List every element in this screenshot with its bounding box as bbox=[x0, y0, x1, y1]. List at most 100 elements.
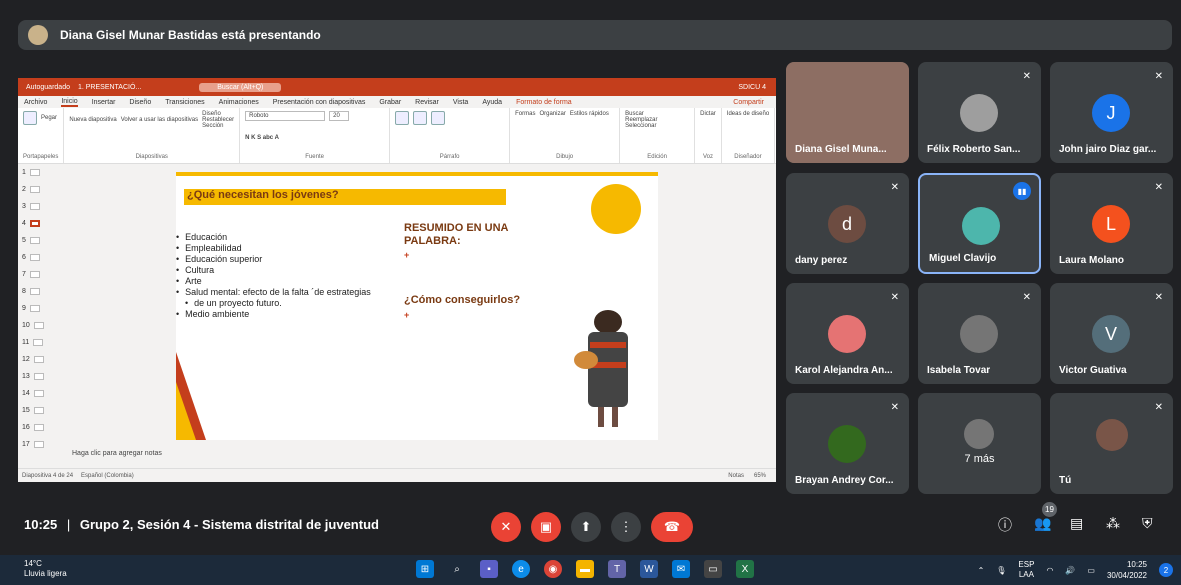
slide-thumb[interactable]: 14 bbox=[18, 385, 64, 402]
paste-icon[interactable] bbox=[23, 111, 37, 125]
volume-icon[interactable]: 🔊 bbox=[1065, 566, 1075, 575]
notes-button[interactable]: Notas bbox=[728, 473, 744, 479]
present-button[interactable]: ⬆ bbox=[571, 512, 601, 542]
screen-icon[interactable]: ▭ bbox=[704, 560, 722, 578]
mic-icon[interactable]: 🎙 bbox=[996, 566, 1006, 575]
lang-code: ESP bbox=[1018, 560, 1035, 569]
participant-tile-speaking[interactable]: ▮▮ Miguel Clavijo bbox=[918, 173, 1041, 274]
menu-diseno[interactable]: Diseño bbox=[129, 99, 151, 106]
participant-tile[interactable]: ✕ Brayan Andrey Cor... bbox=[786, 393, 909, 494]
design-ideas-button[interactable]: Ideas de diseño bbox=[727, 111, 769, 117]
teams-work-icon[interactable]: T bbox=[608, 560, 626, 578]
folder-icon[interactable]: ▬ bbox=[576, 560, 594, 578]
arrange-button[interactable]: Organizar bbox=[539, 111, 565, 117]
align-icon[interactable] bbox=[431, 111, 446, 125]
word-icon[interactable]: W bbox=[640, 560, 658, 578]
host-controls-icon[interactable]: ⛨ bbox=[1142, 515, 1153, 532]
notification-badge[interactable]: 2 bbox=[1159, 563, 1173, 577]
menu-revisar[interactable]: Revisar bbox=[415, 99, 439, 106]
slide-thumb[interactable]: 9 bbox=[18, 300, 64, 317]
select-button[interactable]: Seleccionar bbox=[625, 123, 689, 129]
slide-thumb[interactable]: 6 bbox=[18, 249, 64, 266]
paste-label[interactable]: Pegar bbox=[41, 115, 57, 121]
participant-tile[interactable]: ✕ V Victor Guativa bbox=[1050, 283, 1173, 384]
mic-off-button[interactable]: ✕ bbox=[491, 512, 521, 542]
menu-vista[interactable]: Vista bbox=[453, 99, 468, 106]
slide-canvas[interactable]: ¿Qué necesitan los jóvenes? Educación Em… bbox=[176, 172, 658, 440]
participant-tile[interactable]: Diana Gisel Muna... bbox=[786, 62, 909, 163]
menu-animaciones[interactable]: Animaciones bbox=[219, 99, 259, 106]
slide-thumb-selected[interactable]: 4 bbox=[18, 215, 64, 232]
menu-archivo[interactable]: Archivo bbox=[24, 99, 47, 106]
share-button[interactable]: Compartir bbox=[733, 99, 764, 106]
clock[interactable]: 10:25 30/04/2022 bbox=[1107, 559, 1147, 581]
font-size-select[interactable]: 20 bbox=[329, 111, 350, 121]
slide-thumb[interactable]: 7 bbox=[18, 266, 64, 283]
self-tile[interactable]: ✕ Tú bbox=[1050, 393, 1173, 494]
file-name[interactable]: 1. PRESENTACIÓ... bbox=[78, 84, 141, 91]
section-button[interactable]: Sección bbox=[202, 123, 234, 129]
leave-call-button[interactable]: ☎ bbox=[651, 512, 693, 542]
participant-tile[interactable]: ✕ Félix Roberto San... bbox=[918, 62, 1041, 163]
slide-thumb[interactable]: 17 bbox=[18, 436, 64, 453]
teams-icon[interactable]: ▪ bbox=[480, 560, 498, 578]
status-language[interactable]: Español (Colombia) bbox=[81, 473, 134, 479]
participant-tile[interactable]: ✕ d dany perez bbox=[786, 173, 909, 274]
notes-placeholder[interactable]: Haga clic para agregar notas bbox=[72, 450, 162, 457]
ppt-search[interactable]: Buscar (Alt+Q) bbox=[199, 82, 282, 92]
format-buttons[interactable]: N K S abc A bbox=[245, 135, 384, 141]
numbering-icon[interactable] bbox=[413, 111, 428, 125]
font-select[interactable]: Roboto bbox=[245, 111, 326, 121]
slide-thumb[interactable]: 8 bbox=[18, 283, 64, 300]
weather-widget[interactable]: 14°C Lluvia ligera bbox=[24, 559, 67, 579]
participant-tile[interactable]: ✕ Isabela Tovar bbox=[918, 283, 1041, 384]
participant-tile[interactable]: ✕ J John jairo Diaz gar... bbox=[1050, 62, 1173, 163]
slide-thumb[interactable]: 2 bbox=[18, 181, 64, 198]
slide-thumb[interactable]: 1 bbox=[18, 164, 64, 181]
slide-thumb[interactable]: 13 bbox=[18, 368, 64, 385]
styles-button[interactable]: Estilos rápidos bbox=[570, 111, 609, 117]
ppt-user[interactable]: SDICU 4 bbox=[738, 84, 766, 91]
menu-formato[interactable]: Formato de forma bbox=[516, 99, 572, 106]
battery-icon[interactable]: ▭ bbox=[1087, 566, 1095, 575]
wifi-icon[interactable]: ◠ bbox=[1046, 566, 1053, 575]
dictate-button[interactable]: Dictar bbox=[700, 111, 716, 117]
search-icon[interactable]: ⌕ bbox=[448, 560, 466, 578]
mail-icon[interactable]: ✉ bbox=[672, 560, 690, 578]
chat-icon[interactable]: ▤ bbox=[1070, 515, 1083, 532]
slide-bullet-list[interactable]: Educación Empleabilidad Educación superi… bbox=[176, 232, 371, 320]
shapes-button[interactable]: Formas bbox=[515, 111, 535, 117]
menu-grabar[interactable]: Grabar bbox=[379, 99, 401, 106]
autosave-label[interactable]: Autoguardado bbox=[26, 84, 70, 91]
zoom-level[interactable]: 65% bbox=[754, 473, 766, 479]
slide-thumb[interactable]: 16 bbox=[18, 419, 64, 436]
menu-inicio[interactable]: Inicio bbox=[61, 98, 78, 107]
slide-thumb[interactable]: 10 bbox=[18, 317, 64, 334]
participant-tile[interactable]: ✕ Karol Alejandra An... bbox=[786, 283, 909, 384]
windows-start-icon[interactable]: ⊞ bbox=[416, 560, 434, 578]
more-options-button[interactable]: ⋮ bbox=[611, 512, 641, 542]
menu-transiciones[interactable]: Transiciones bbox=[165, 99, 204, 106]
info-icon[interactable]: ⓘ bbox=[998, 515, 1012, 535]
people-icon[interactable]: 👥 bbox=[1034, 515, 1051, 532]
more-participants-tile[interactable]: 7 más bbox=[918, 393, 1041, 494]
slide-thumb[interactable]: 11 bbox=[18, 334, 64, 351]
chrome-icon[interactable]: ◉ bbox=[544, 560, 562, 578]
participant-tile[interactable]: ✕ L Laura Molano bbox=[1050, 173, 1173, 274]
excel-icon[interactable]: X bbox=[736, 560, 754, 578]
slide-thumb[interactable]: 15 bbox=[18, 402, 64, 419]
menu-insertar[interactable]: Insertar bbox=[92, 99, 116, 106]
reuse-slides-button[interactable]: Volver a usar las diapositivas bbox=[121, 117, 198, 123]
edge-icon[interactable]: e bbox=[512, 560, 530, 578]
chevron-up-icon[interactable]: ⌃ bbox=[978, 566, 985, 575]
menu-presentacion[interactable]: Presentación con diapositivas bbox=[273, 99, 366, 106]
slide-thumb[interactable]: 3 bbox=[18, 198, 64, 215]
camera-off-button[interactable]: ▣ bbox=[531, 512, 561, 542]
slide-thumb[interactable]: 5 bbox=[18, 232, 64, 249]
menu-ayuda[interactable]: Ayuda bbox=[482, 99, 502, 106]
bullets-icon[interactable] bbox=[395, 111, 410, 125]
activities-icon[interactable]: ⁂ bbox=[1106, 515, 1120, 532]
language-indicator[interactable]: ESP LAA bbox=[1018, 560, 1034, 580]
slide-thumb[interactable]: 12 bbox=[18, 351, 64, 368]
new-slide-button[interactable]: Nueva diapositiva bbox=[69, 117, 116, 123]
